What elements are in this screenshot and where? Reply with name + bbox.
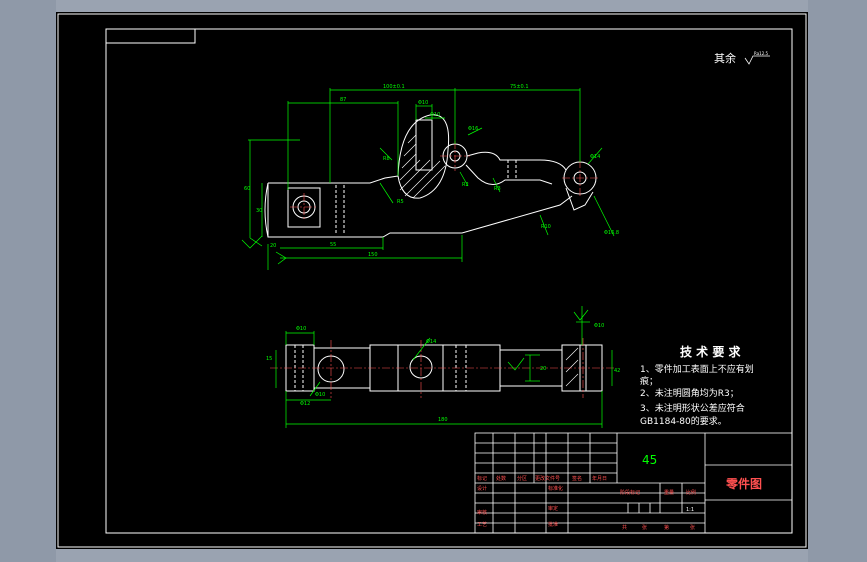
cad-drawing: 其余 Ra12.5 100±0.1 75±0.1 87 Φ10 Φ10 Φ16 … bbox=[57, 13, 807, 548]
dim-text: 42 bbox=[614, 368, 620, 374]
tb-label: 工艺 bbox=[477, 522, 487, 528]
tb-label: 审定 bbox=[548, 505, 558, 512]
tb-label: 阶段标记 bbox=[620, 489, 640, 496]
arm-bottom bbox=[465, 164, 553, 185]
roughness-marks-top bbox=[241, 235, 287, 265]
dim-text: 20 bbox=[540, 366, 546, 372]
dim-text: 15 bbox=[266, 356, 272, 362]
dim-text: 30 bbox=[256, 208, 262, 214]
tb-label: 签名 bbox=[572, 475, 582, 482]
dim-text: 55 bbox=[330, 242, 336, 248]
dim-text: 150 bbox=[368, 252, 378, 258]
bv-hatch bbox=[565, 347, 579, 387]
dim-text: Φ10 bbox=[315, 392, 325, 398]
roughness-symbol-icon bbox=[744, 55, 770, 65]
dim-text: 100±0.1 bbox=[383, 84, 405, 90]
tb-label: 标记 bbox=[477, 475, 487, 482]
mid-boss bbox=[397, 114, 450, 199]
tb-label: 比例 bbox=[686, 489, 696, 496]
section-hatch bbox=[399, 134, 446, 199]
dim-text: Φ16.8 bbox=[604, 230, 619, 236]
part-name: 零件图 bbox=[725, 476, 762, 491]
tech-req-item: 2、未注明圆角均为R3； bbox=[640, 387, 739, 399]
tech-req-title: 技 术 要 求 bbox=[680, 344, 742, 359]
dim-text: Φ14 bbox=[426, 339, 436, 345]
centerlines bbox=[290, 141, 598, 221]
dim-text: R5 bbox=[397, 199, 404, 205]
roughness-value: Ra12.5 bbox=[754, 51, 769, 56]
tb-label: 重量 bbox=[664, 489, 674, 496]
roughness-note: 其余 bbox=[714, 51, 736, 65]
code-box bbox=[105, 28, 196, 44]
dim-text: 75±0.1 bbox=[510, 84, 529, 90]
tb-label: 分区 bbox=[517, 475, 527, 482]
dim-text: R3 bbox=[494, 186, 501, 192]
dim-text: 87 bbox=[340, 97, 346, 103]
dim-text: Φ10 bbox=[296, 326, 306, 332]
dim-text: R10 bbox=[541, 224, 551, 230]
tb-label: 张 bbox=[642, 524, 647, 531]
drawing-frame bbox=[105, 28, 793, 534]
dim-text: 60 bbox=[244, 186, 250, 192]
material: 45 bbox=[642, 453, 657, 467]
dim-text: Φ16 bbox=[468, 126, 478, 132]
lever-top-edge bbox=[268, 175, 399, 184]
tb-label: 处数 bbox=[496, 475, 506, 482]
tech-req-item: 痕； bbox=[640, 375, 658, 387]
tb-label: 设计 bbox=[477, 485, 487, 492]
tb-label: 张 bbox=[690, 524, 695, 531]
tb-label: 更改文件号 bbox=[535, 475, 560, 482]
tech-req-item: GB1184-80的要求。 bbox=[640, 415, 727, 427]
dim-text: Φ12 bbox=[300, 401, 310, 407]
scale: 1:1 bbox=[686, 507, 694, 513]
top-view-dim-text: 100±0.1 75±0.1 87 Φ10 Φ10 Φ16 Φ14 R2 R3 … bbox=[244, 84, 619, 258]
tb-label: 批准 bbox=[548, 521, 558, 528]
dim-text: Φ14 bbox=[590, 154, 600, 160]
top-view bbox=[264, 114, 597, 238]
dim-text: Φ10 bbox=[594, 323, 604, 329]
tb-label: 年月日 bbox=[592, 475, 607, 482]
dim-text: Φ10 bbox=[430, 112, 440, 118]
tb-label: 第 bbox=[664, 524, 669, 531]
tech-req-item: 3、未注明形状公差应符合 bbox=[640, 402, 745, 414]
tb-label: 审核 bbox=[477, 509, 487, 516]
dim-text: R8 bbox=[383, 156, 390, 162]
tb-label: 共 bbox=[622, 524, 627, 531]
dim-text: 180 bbox=[438, 417, 448, 423]
tech-req-list: 1、零件加工表面上不应有划 痕； 2、未注明圆角均为R3； 3、未注明形状公差应… bbox=[640, 363, 754, 427]
dim-text: Φ10 bbox=[418, 100, 428, 106]
tech-req-item: 1、零件加工表面上不应有划 bbox=[640, 363, 754, 375]
dim-text: 20 bbox=[270, 243, 276, 249]
roughness-marks-bottom bbox=[507, 309, 589, 371]
sheet-outer-border bbox=[57, 13, 807, 548]
mid-slot bbox=[415, 119, 433, 171]
dim-text: R2 bbox=[462, 182, 469, 188]
tb-label: 标准化 bbox=[548, 485, 563, 492]
